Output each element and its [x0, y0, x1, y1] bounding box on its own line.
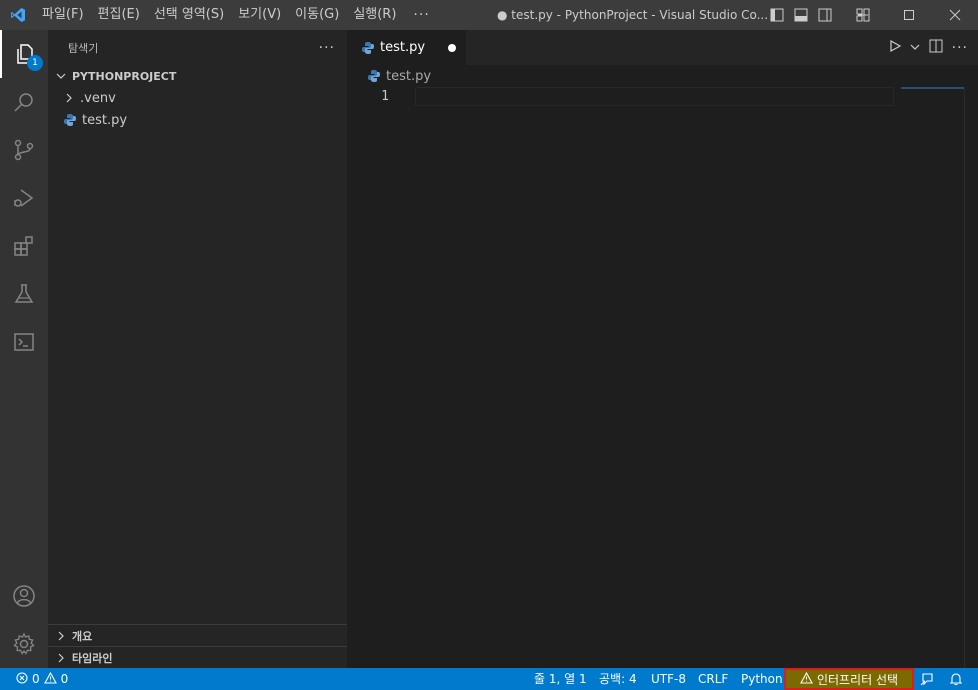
sidebar-header: 탐색기 ···: [48, 30, 347, 65]
breadcrumb-file[interactable]: test.py: [386, 69, 431, 84]
toggle-primary-sidebar-icon[interactable]: [768, 6, 786, 24]
python-file-icon: [361, 41, 375, 55]
run-options-chevron-down-icon[interactable]: [910, 41, 920, 56]
vscode-logo-icon: [0, 0, 35, 30]
extensions-icon[interactable]: [0, 222, 48, 270]
encoding-status[interactable]: UTF-8: [651, 668, 686, 690]
select-interpreter-button[interactable]: 인터프리터 선택: [784, 668, 914, 690]
sidebar-more-button[interactable]: ···: [319, 40, 335, 56]
warning-icon: [43, 671, 57, 687]
chevron-right-icon: [62, 93, 76, 103]
vertical-scrollbar[interactable]: [964, 87, 965, 668]
current-line-highlight[interactable]: [415, 87, 894, 106]
tree-file-test-py[interactable]: test.py: [48, 109, 347, 131]
breadcrumb: test.py: [347, 65, 978, 87]
outline-label: 개요: [72, 629, 93, 643]
project-section-header[interactable]: PYTHONPROJECT: [48, 65, 347, 87]
warning-count: 0: [60, 672, 69, 686]
toggle-secondary-sidebar-icon[interactable]: [816, 6, 834, 24]
editor-actions: ···: [888, 38, 968, 58]
menu-bar: 파일(F) 편집(E) 선택 영역(S) 보기(V) 이동(G) 실행(R) ·…: [35, 0, 440, 30]
tab-test-py[interactable]: test.py: [347, 30, 466, 65]
menu-file[interactable]: 파일(F): [35, 0, 91, 30]
timeline-section-header[interactable]: 타임라인: [48, 646, 347, 668]
project-name: PYTHONPROJECT: [72, 69, 177, 83]
activity-bar: 1: [0, 30, 48, 668]
warning-icon: [800, 671, 813, 687]
menu-view[interactable]: 보기(V): [231, 0, 288, 30]
eol-status[interactable]: CRLF: [698, 668, 728, 690]
testing-flask-icon[interactable]: [0, 270, 48, 318]
tree-folder-venv[interactable]: .venv: [48, 87, 347, 109]
problems-status[interactable]: 0 0: [16, 668, 68, 690]
cursor-position[interactable]: 줄 1, 열 1: [534, 668, 587, 690]
python-file-icon: [367, 69, 381, 83]
error-count: 0: [32, 672, 40, 686]
chevron-down-icon: [54, 71, 68, 81]
account-icon[interactable]: [0, 572, 48, 620]
status-bar: 0 0 줄 1, 열 1 공백: 4 UTF-8 CRLF Python 인터프…: [0, 668, 978, 690]
close-button[interactable]: [932, 0, 978, 30]
indentation-status[interactable]: 공백: 4: [599, 668, 637, 690]
menu-go[interactable]: 이동(G): [288, 0, 346, 30]
terminal-icon[interactable]: [0, 318, 48, 366]
sidebar-title: 탐색기: [68, 41, 99, 55]
tree-item-label: .venv: [80, 90, 116, 106]
explorer-icon[interactable]: 1: [0, 30, 48, 78]
search-icon[interactable]: [0, 78, 48, 126]
minimap[interactable]: [901, 87, 964, 89]
line-number: 1: [381, 89, 389, 104]
python-file-icon: [63, 113, 77, 127]
chevron-right-icon: [54, 653, 68, 663]
explorer-badge: 1: [27, 55, 43, 71]
menu-selection[interactable]: 선택 영역(S): [147, 0, 231, 30]
interpreter-label: 인터프리터 선택: [816, 672, 899, 687]
window-title: ● test.py - PythonProject - Visual Studi…: [497, 8, 769, 22]
window-controls: [840, 0, 978, 30]
menu-more-button[interactable]: ···: [403, 0, 439, 30]
outline-section-header[interactable]: 개요: [48, 624, 347, 646]
explorer-sidebar: 탐색기 ··· PYTHONPROJECT .venv test.py 개요 타…: [48, 30, 347, 668]
split-editor-icon[interactable]: [928, 38, 944, 58]
tab-label: test.py: [380, 40, 426, 55]
language-mode[interactable]: Python: [741, 668, 783, 690]
menu-run[interactable]: 실행(R): [346, 0, 403, 30]
error-icon: [16, 671, 28, 687]
notifications-bell-icon[interactable]: [948, 671, 964, 687]
minimize-button[interactable]: [840, 0, 886, 30]
run-python-file-icon[interactable]: [888, 39, 902, 57]
editor-area: test.py ··· test.py 1: [347, 30, 978, 668]
source-control-icon[interactable]: [0, 126, 48, 174]
run-debug-icon[interactable]: [0, 174, 48, 222]
feedback-icon[interactable]: [919, 671, 935, 687]
menu-edit[interactable]: 편집(E): [91, 0, 147, 30]
tab-bar: test.py ···: [347, 30, 978, 65]
title-bar: 파일(F) 편집(E) 선택 영역(S) 보기(V) 이동(G) 실행(R) ·…: [0, 0, 978, 30]
chevron-right-icon: [54, 631, 68, 641]
toggle-panel-icon[interactable]: [792, 6, 810, 24]
timeline-label: 타임라인: [72, 651, 113, 665]
settings-gear-icon[interactable]: [0, 620, 48, 668]
more-actions-button[interactable]: ···: [952, 40, 968, 56]
editor-line[interactable]: 1: [347, 87, 894, 106]
maximize-button[interactable]: [886, 0, 932, 30]
unsaved-dot-icon[interactable]: [448, 44, 456, 52]
tree-item-label: test.py: [82, 112, 128, 128]
